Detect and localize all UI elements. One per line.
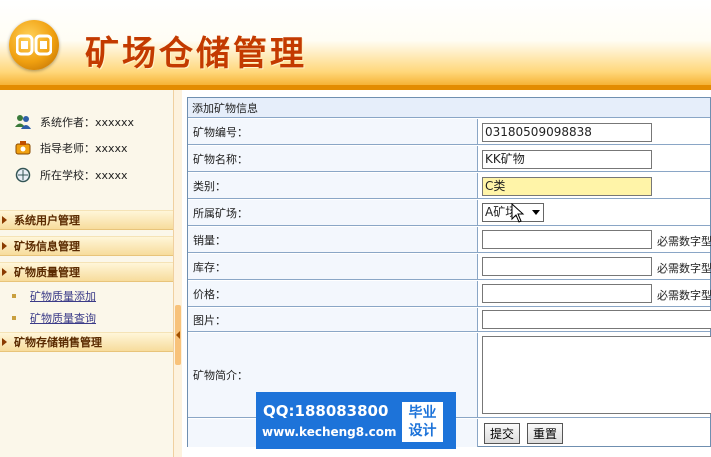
chevron-right-icon	[2, 338, 7, 346]
sub-item-label[interactable]: 矿物质量添加	[30, 288, 96, 304]
row-name: 矿物名称： KK矿物	[188, 146, 710, 172]
bullet-icon	[12, 294, 16, 298]
category-input[interactable]: C类	[482, 177, 652, 196]
row-mine: 所属矿场： A矿场	[188, 200, 710, 226]
form-caption: 添加矿物信息	[188, 98, 710, 118]
badge-line-1: 毕业	[408, 405, 437, 421]
sales-hint: 必需数字型	[657, 235, 711, 248]
page-title: 矿场仓储管理	[85, 34, 307, 74]
app-logo	[9, 20, 59, 70]
price-hint: 必需数字型	[657, 289, 711, 302]
info-school-label: 所在学校：xxxxx	[40, 169, 128, 182]
row-price: 价格： 必需数字型	[188, 281, 711, 307]
chevron-down-icon	[532, 210, 540, 215]
watermark: QQ:188083800 www.kecheng8.com 毕业 设计	[256, 392, 456, 449]
school-icon	[14, 167, 32, 183]
menu-label: 系统用户管理	[14, 214, 80, 227]
info-author-label: 系统作者：xxxxxx	[40, 116, 135, 129]
menu-label: 矿物存储销售管理	[14, 336, 102, 349]
mouse-cursor-icon	[511, 202, 525, 226]
chevron-right-icon	[2, 242, 7, 250]
row-sales: 销量： 必需数字型	[188, 227, 711, 253]
chevron-right-icon	[2, 216, 7, 224]
sales-input[interactable]	[482, 230, 652, 249]
watermark-qq: QQ:188083800	[263, 402, 389, 420]
row-stock: 库存： 必需数字型	[188, 254, 711, 280]
name-label: 矿物名称：	[188, 146, 478, 171]
mine-label: 所属矿场：	[188, 200, 478, 225]
stock-input[interactable]	[482, 257, 652, 276]
image-label: 图片：	[188, 308, 478, 331]
info-author: 系统作者：xxxxxx	[14, 112, 134, 132]
image-upload-field[interactable]	[482, 310, 711, 329]
category-label: 类别：	[188, 173, 478, 198]
price-label: 价格：	[188, 281, 478, 306]
info-school: 所在学校：xxxxx	[14, 165, 128, 185]
menu-mineral-quality[interactable]: 矿物质量管理	[0, 262, 173, 282]
bullet-icon	[12, 316, 16, 320]
sales-label: 销量：	[188, 227, 478, 252]
name-input[interactable]: KK矿物	[482, 150, 652, 169]
watermark-badge: 毕业 设计	[402, 402, 443, 442]
submit-button[interactable]: 提交	[484, 423, 521, 444]
sub-item-label[interactable]: 矿物质量查询	[30, 310, 96, 326]
sidebar: 系统作者：xxxxxx 指导老师：xxxxx 所在学校：xxxxx 系统用户管理…	[0, 90, 173, 457]
intro-textarea[interactable]	[482, 336, 711, 414]
watermark-url: www.kecheng8.com	[262, 425, 397, 439]
menu-user-management[interactable]: 系统用户管理	[0, 210, 173, 230]
app-header: 矿场仓储管理	[0, 0, 711, 90]
sub-item-quality-query[interactable]: 矿物质量查询	[12, 309, 96, 327]
info-teacher-label: 指导老师：xxxxx	[40, 142, 128, 155]
stock-hint: 必需数字型	[657, 262, 711, 275]
chevron-right-icon	[2, 268, 7, 276]
collapse-handle[interactable]	[175, 305, 181, 365]
sub-item-quality-add[interactable]: 矿物质量添加	[12, 287, 96, 305]
badge-line-2: 设计	[408, 423, 437, 439]
price-input[interactable]	[482, 284, 652, 303]
menu-mine-info[interactable]: 矿场信息管理	[0, 236, 173, 256]
menu-label: 矿物质量管理	[14, 266, 80, 279]
row-code: 矿物编号： 03180509098838	[188, 119, 710, 145]
reset-button[interactable]: 重置	[527, 423, 564, 444]
info-teacher: 指导老师：xxxxx	[14, 138, 128, 158]
teacher-icon	[14, 140, 32, 156]
menu-label: 矿场信息管理	[14, 240, 80, 253]
stock-label: 库存：	[188, 254, 478, 279]
users-icon	[14, 114, 32, 130]
row-image: 图片：	[188, 308, 711, 332]
code-label: 矿物编号：	[188, 119, 478, 144]
menu-storage-sales[interactable]: 矿物存储销售管理	[0, 332, 173, 352]
sidebar-splitter[interactable]	[173, 90, 182, 457]
row-category: 类别： C类	[188, 173, 710, 199]
code-input[interactable]: 03180509098838	[482, 123, 652, 142]
